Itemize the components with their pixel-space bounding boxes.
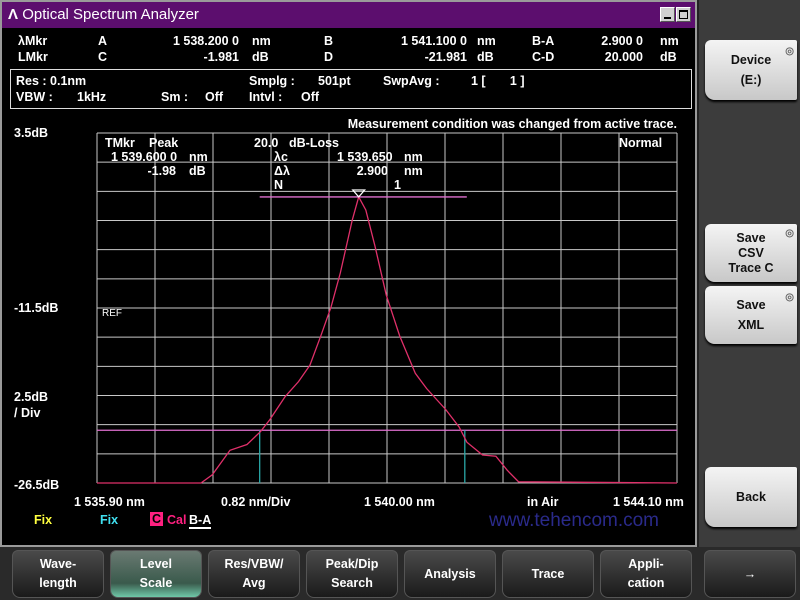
- medium-label: in Air: [527, 495, 559, 509]
- wavelength-key[interactable]: Wave-length: [12, 550, 104, 598]
- width-label: Δλ: [274, 164, 290, 178]
- analysis-method: dB-Loss: [289, 136, 339, 150]
- y-axis-ref-label: -11.5dB: [14, 301, 59, 315]
- center-wavelength-value: 1 539.650: [337, 150, 393, 164]
- function-key-bar: Wave-length Level Scale Res/VBW/Avg Peak/…: [0, 547, 800, 600]
- key-label: Back: [736, 490, 766, 504]
- back-button[interactable]: Back: [705, 467, 797, 527]
- trace-key[interactable]: Trace: [502, 550, 594, 598]
- next-page-key[interactable]: →: [704, 550, 796, 598]
- application-key[interactable]: Appli-cation: [600, 550, 692, 598]
- key-label: Scale: [139, 576, 173, 590]
- analyzer-window: Λ Optical Spectrum Analyzer λMkr A 1 538…: [0, 0, 697, 547]
- y-axis-bottom-label: -26.5dB: [14, 478, 60, 492]
- key-indicator-icon: ◎: [785, 46, 794, 57]
- display-mode: Normal: [619, 136, 663, 150]
- key-indicator-icon: ◎: [785, 228, 794, 239]
- key-label: Appli-: [628, 557, 664, 571]
- key-label: Search: [331, 576, 373, 590]
- trace-c-badge[interactable]: C: [150, 512, 164, 526]
- key-label: Save: [736, 298, 766, 312]
- key-label: XML: [737, 318, 765, 332]
- key-label: Analysis: [424, 566, 476, 581]
- trace-b-status[interactable]: Fix: [100, 513, 118, 527]
- key-label: Device: [730, 53, 772, 67]
- x-scale-label: 0.82 nm/Div: [221, 495, 291, 509]
- trace-c-calculation: B-A: [189, 513, 212, 529]
- key-label: Wave-: [39, 557, 77, 571]
- arrow-right-icon: →: [743, 566, 757, 581]
- x-stop-label: 1 544.10 nm: [613, 495, 684, 509]
- spectrum-chart: [96, 132, 678, 484]
- trace-a-status[interactable]: Fix: [34, 513, 52, 527]
- peak-wavelength-unit: nm: [189, 150, 208, 164]
- y-scale-label: 2.5dB: [14, 390, 49, 404]
- key-label: Peak/Dip: [325, 557, 379, 571]
- peak-wavelength: 1 539.600 0: [111, 150, 178, 164]
- peak-level-unit: dB: [189, 164, 206, 178]
- y-scale-unit: / Div: [14, 406, 41, 420]
- key-label: Level: [140, 557, 172, 571]
- tmkr-label: TMkr: [105, 136, 135, 150]
- peak-dip-search-key[interactable]: Peak/Dip Search: [306, 550, 398, 598]
- key-indicator-icon: ◎: [785, 292, 794, 303]
- key-label: Trace C: [728, 260, 774, 275]
- key-label: CSV: [738, 245, 764, 260]
- width-unit: nm: [404, 164, 423, 178]
- peak-label: Peak: [149, 136, 179, 150]
- analysis-key[interactable]: Analysis: [404, 550, 496, 598]
- threshold-value: 20.0: [254, 136, 279, 150]
- ref-label: REF: [102, 308, 122, 319]
- y-axis-top-label: 3.5dB: [14, 126, 49, 140]
- res-vbw-avg-key[interactable]: Res/VBW/Avg: [208, 550, 300, 598]
- trace-c-mode: Cal: [167, 513, 187, 527]
- save-csv-button[interactable]: ◎ Save CSV Trace C: [705, 224, 797, 282]
- key-label: (E:): [740, 73, 762, 87]
- watermark: www.tehencom.com: [489, 510, 660, 531]
- width-value: 2.900: [356, 164, 388, 178]
- x-center-label: 1 540.00 nm: [364, 495, 435, 509]
- save-xml-button[interactable]: ◎ Save XML: [705, 286, 797, 344]
- level-scale-key[interactable]: Level Scale: [110, 550, 202, 598]
- peak-level: -1.98: [147, 164, 177, 178]
- key-label: length: [39, 576, 77, 590]
- key-label: Trace: [531, 566, 565, 581]
- soft-key-panel: ◎ Device (E:) ◎ Save CSV Trace C ◎ Save XML Bac…: [697, 0, 800, 547]
- center-wavelength-label: λc: [274, 150, 288, 164]
- mode-count-value: 1: [394, 178, 401, 192]
- key-label: Res/VBW/: [224, 557, 284, 571]
- center-wavelength-unit: nm: [404, 150, 423, 164]
- key-label: cation: [627, 576, 665, 590]
- key-label: Avg: [242, 576, 266, 590]
- mode-count-label: N: [274, 178, 284, 192]
- key-label: Save: [736, 230, 766, 245]
- device-button[interactable]: ◎ Device (E:): [705, 40, 797, 100]
- x-start-label: 1 535.90 nm: [74, 495, 145, 509]
